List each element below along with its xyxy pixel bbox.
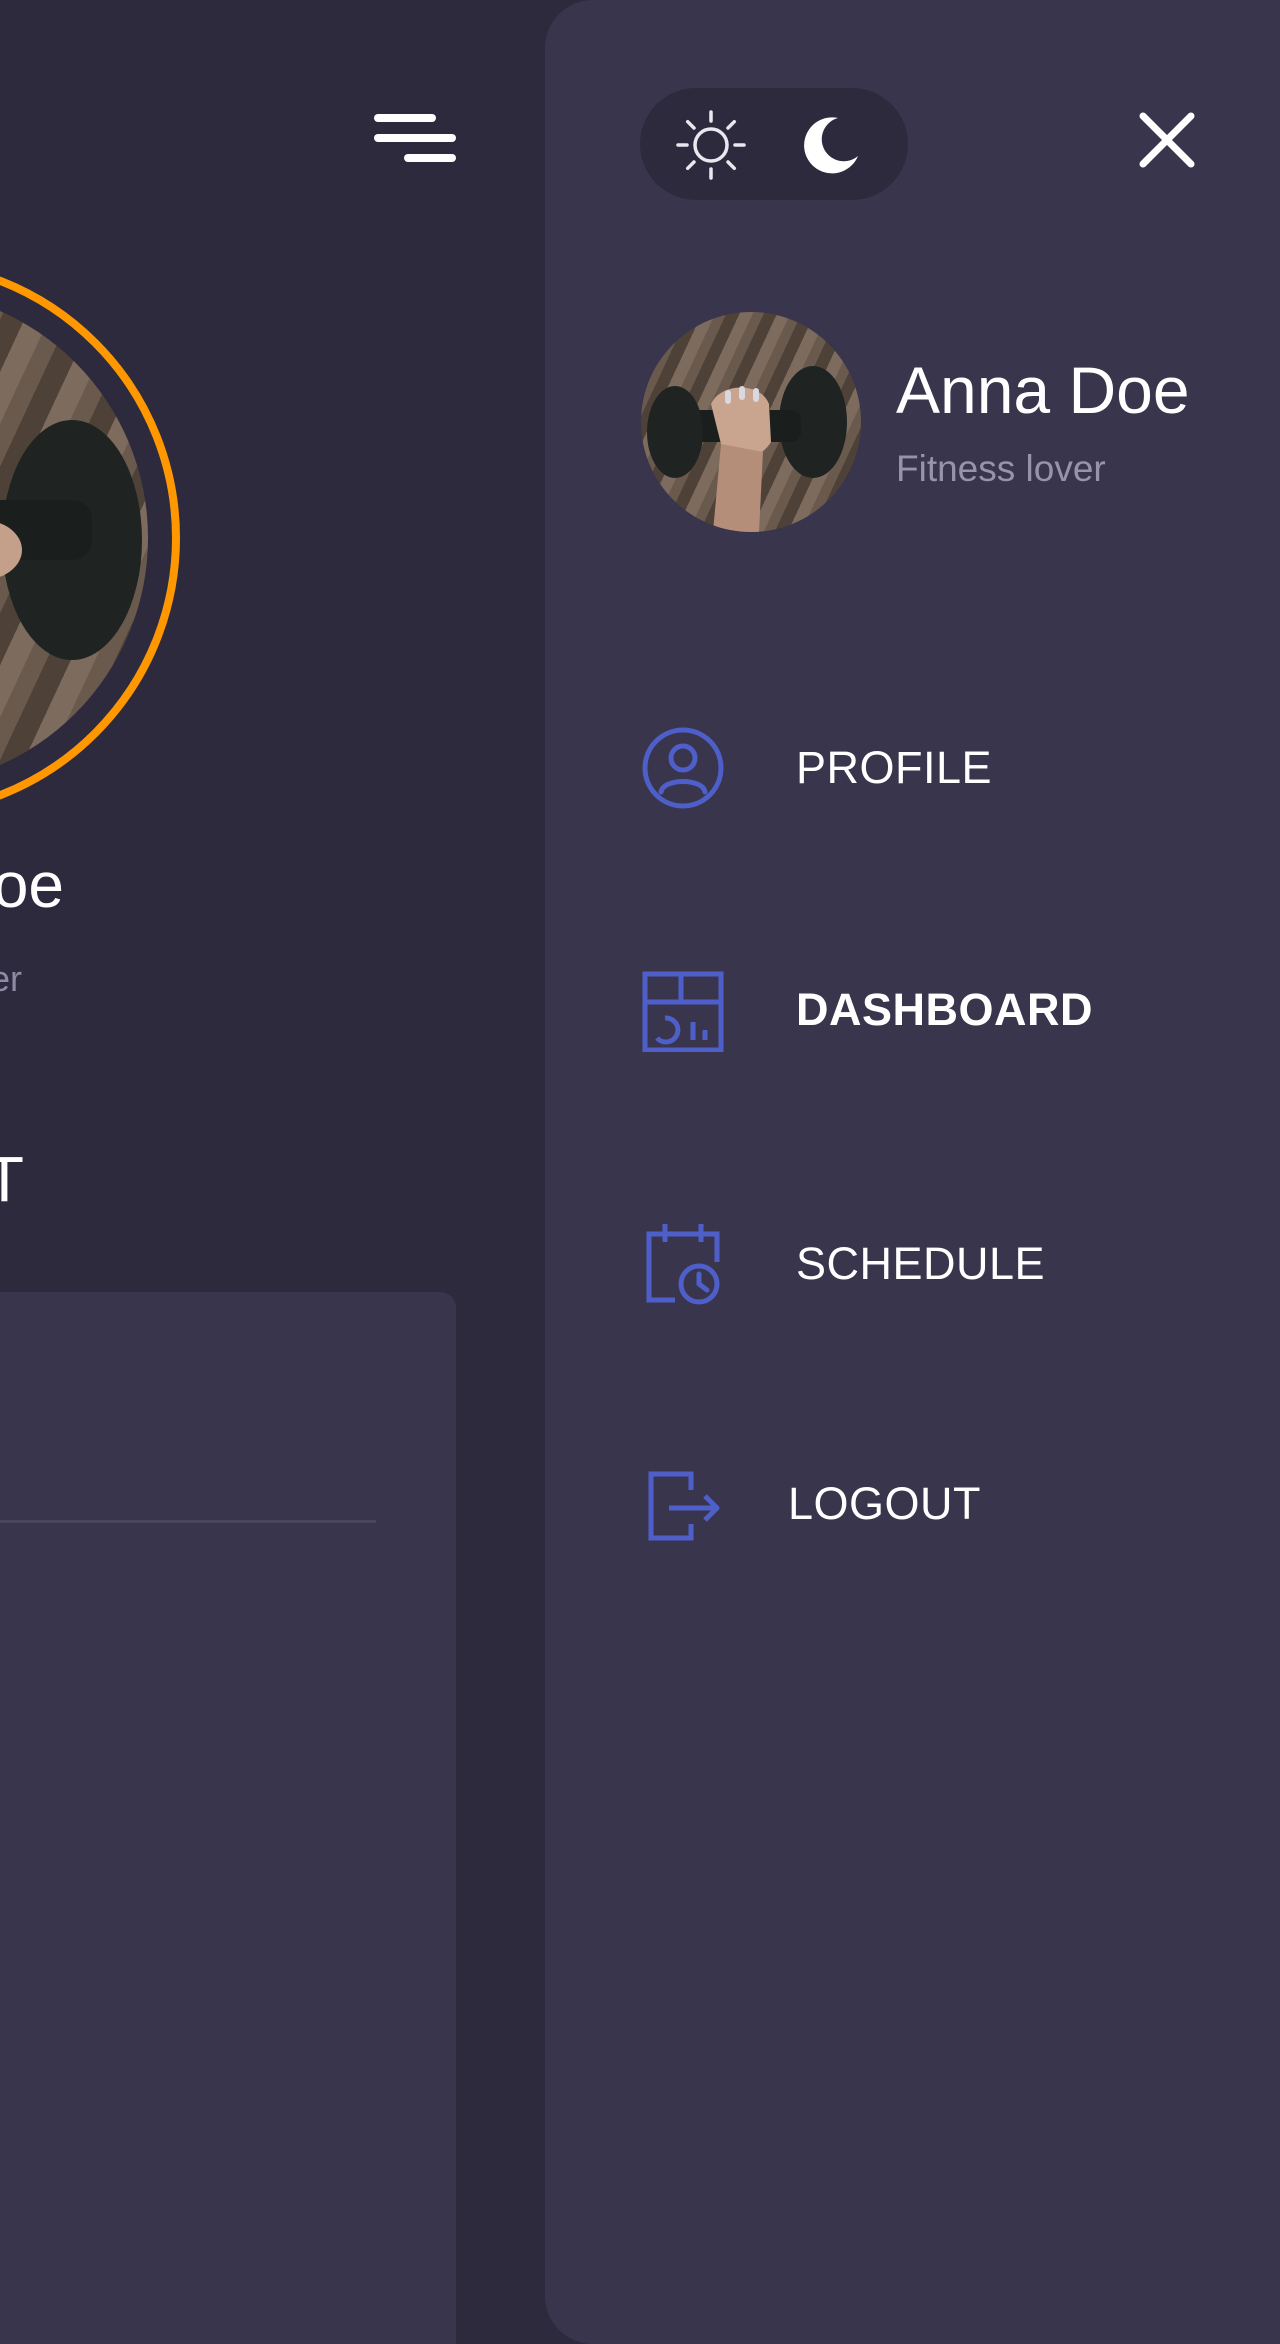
nav-item-label: PROFILE	[796, 742, 993, 793]
nav-item-dashboard[interactable]: DASHBOARD	[641, 958, 1201, 1058]
nav-item-label: LOGOUT	[788, 1478, 982, 1529]
calendar-clock-icon	[646, 1224, 720, 1305]
user-circle-icon	[642, 727, 724, 809]
background-avatar	[0, 290, 148, 786]
background-section-heading: T	[0, 1143, 24, 1215]
avatar[interactable]	[641, 312, 861, 532]
moon-icon[interactable]	[798, 112, 862, 176]
card-divider	[0, 1520, 376, 1523]
side-drawer: Anna Doe Fitness lover PROFILE DASHBOARD	[545, 0, 1280, 2344]
nav-item-schedule[interactable]: SCHEDULE	[641, 1212, 1201, 1312]
nav-item-label: DASHBOARD	[796, 984, 1093, 1035]
sun-icon[interactable]	[675, 109, 747, 181]
nav-item-profile[interactable]: PROFILE	[641, 716, 1201, 816]
background-profile-name: oe	[0, 849, 64, 921]
dumbbell-photo-icon	[0, 420, 142, 660]
background-page: oe er T	[0, 0, 545, 2344]
profile-tagline: Fitness lover	[896, 448, 1106, 489]
nav-item-logout[interactable]: LOGOUT	[641, 1452, 1201, 1552]
profile-name: Anna Doe	[896, 353, 1190, 427]
nav-item-label: SCHEDULE	[796, 1238, 1046, 1289]
logout-icon	[648, 1471, 720, 1541]
dashboard-icon	[642, 971, 724, 1052]
theme-toggle[interactable]	[640, 88, 908, 200]
close-icon[interactable]	[1135, 108, 1199, 172]
background-card	[0, 1292, 456, 2344]
menu-lines-icon[interactable]	[372, 110, 460, 170]
dumbbell-photo-icon	[647, 366, 847, 532]
background-profile-tagline: er	[0, 958, 22, 999]
